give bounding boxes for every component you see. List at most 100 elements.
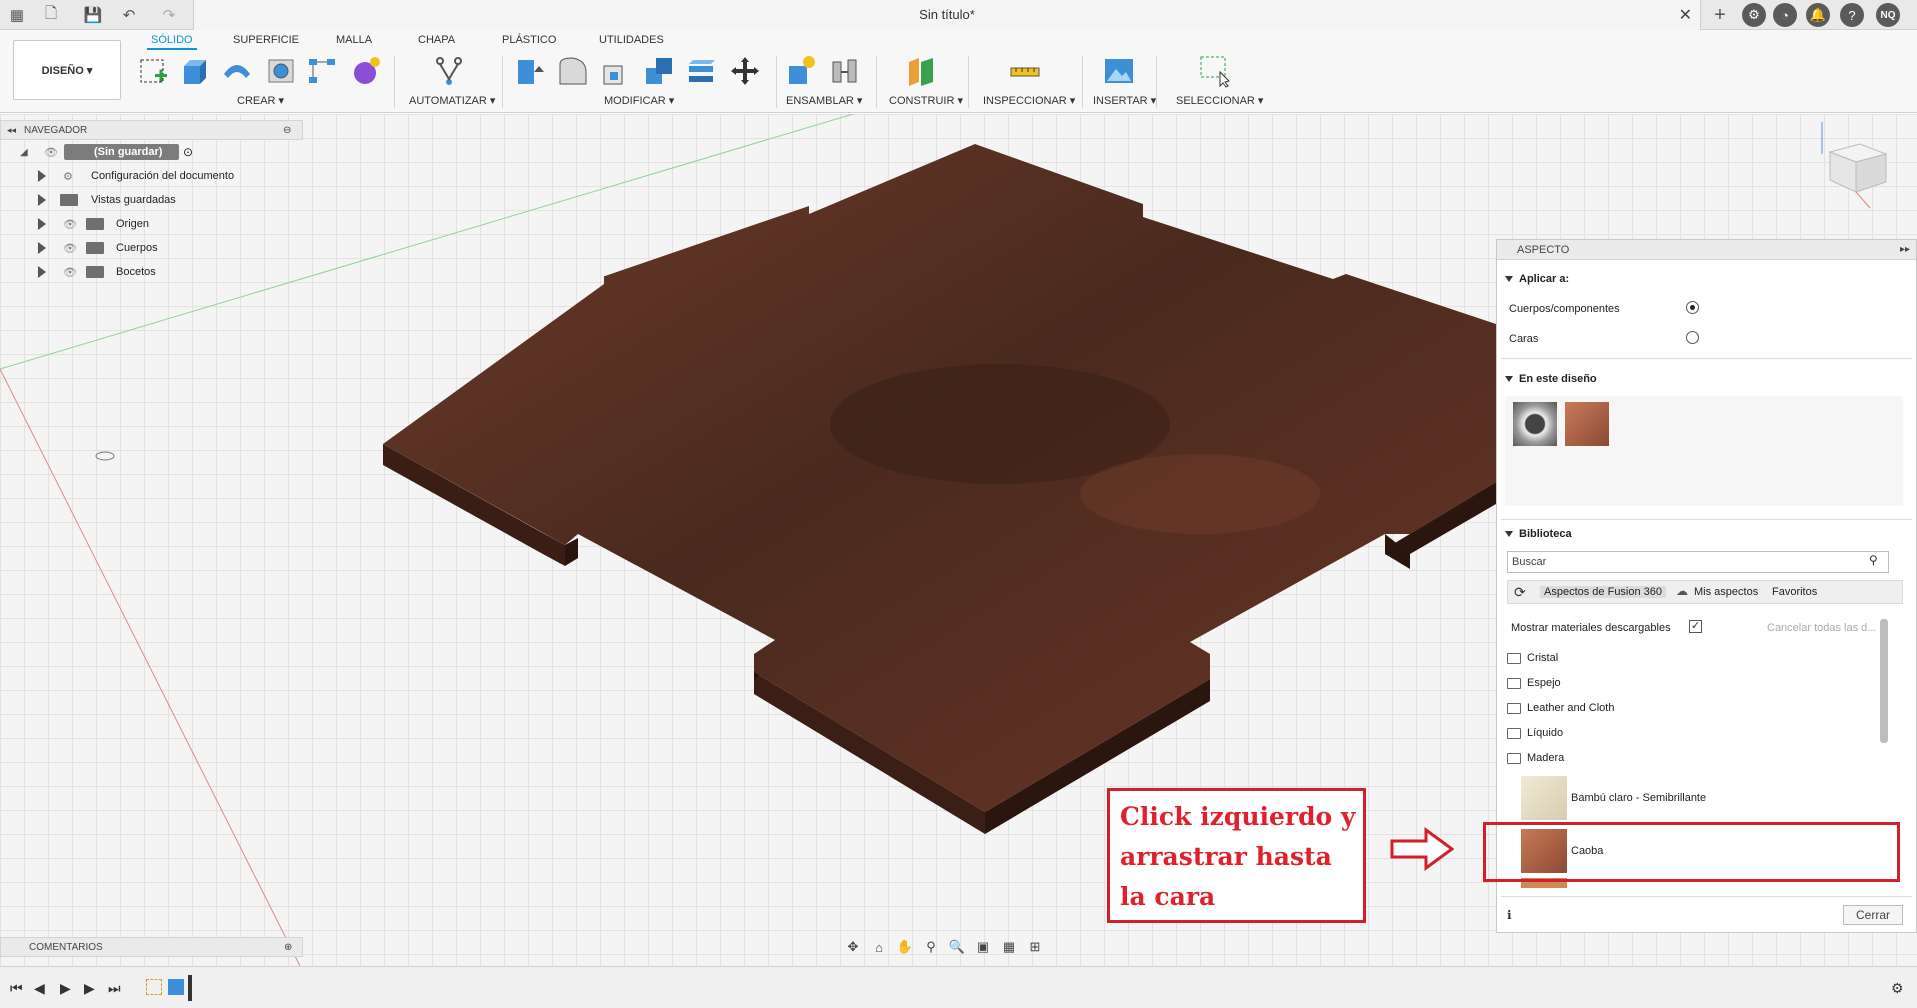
grid-settings-icon[interactable]: ▦	[996, 939, 1022, 955]
group-modify[interactable]: MODIFICAR ▾	[604, 94, 674, 107]
expand-icon[interactable]	[38, 218, 46, 230]
shell-icon[interactable]	[600, 54, 634, 88]
create-sketch-icon[interactable]	[137, 54, 171, 88]
expand-root-icon[interactable]: ◢	[20, 147, 28, 158]
fillet-icon[interactable]	[556, 54, 590, 88]
insert-image-icon[interactable]	[1102, 54, 1136, 88]
play-icon[interactable]: ▶	[60, 980, 71, 997]
nav-item-document-settings[interactable]: ⚙ Configuración del documento	[0, 164, 303, 188]
save-icon[interactable]: 💾	[82, 4, 104, 26]
visibility-hidden-icon[interactable]: 👁	[63, 218, 77, 231]
close-tab-icon[interactable]: ✕	[1679, 5, 1692, 25]
automate-icon[interactable]	[432, 54, 466, 88]
close-button[interactable]: Cerrar	[1843, 905, 1903, 925]
navigator-root[interactable]: ◢ 👁 (Sin guardar) ⊙	[0, 140, 303, 164]
search-icon[interactable]: ⚲	[1869, 553, 1878, 567]
visibility-icon[interactable]: 👁	[63, 266, 77, 279]
in-design-title[interactable]: En este diseño	[1505, 373, 1597, 385]
file-menu-icon[interactable]: 🗋	[40, 4, 62, 26]
undo-icon[interactable]: ↶	[118, 4, 140, 26]
refresh-icon[interactable]: ⟳	[1514, 584, 1526, 601]
tab-surface[interactable]: SUPERFICIE	[233, 34, 299, 46]
select-icon[interactable]	[1198, 54, 1232, 88]
group-construct[interactable]: CONSTRUIR ▾	[889, 94, 963, 107]
apply-to-title[interactable]: Aplicar a:	[1504, 273, 1569, 285]
collapse-panel-icon[interactable]: ▸▸	[1900, 244, 1910, 255]
extensions-icon[interactable]: ⚙	[1742, 3, 1766, 27]
group-assemble[interactable]: ENSAMBLAR ▾	[786, 94, 862, 107]
timeline-settings-icon[interactable]: ⚙	[1891, 980, 1904, 997]
joint-icon[interactable]	[828, 54, 862, 88]
group-inspect[interactable]: INSPECCIONAR ▾	[983, 94, 1075, 107]
folder-leather[interactable]: Leather and Cloth	[1507, 696, 1614, 720]
mahogany-material-swatch[interactable]	[1565, 402, 1609, 446]
folder-liquid[interactable]: Líquido	[1507, 721, 1563, 745]
timeline-marker[interactable]	[188, 975, 192, 1001]
tab-favorites[interactable]: Favoritos	[1772, 586, 1817, 598]
job-status-icon[interactable]: ◔	[1773, 3, 1797, 27]
display-settings-icon[interactable]: ▣	[970, 939, 996, 955]
library-scrollbar[interactable]	[1880, 619, 1888, 743]
nav-item-saved-views[interactable]: Vistas guardadas	[0, 188, 303, 212]
new-tab-icon[interactable]: +	[1709, 4, 1731, 26]
group-select[interactable]: SELECCIONAR ▾	[1176, 94, 1263, 107]
zoom-window-icon[interactable]: ⚲	[918, 939, 944, 955]
create-form-icon[interactable]	[349, 54, 383, 88]
step-forward-icon[interactable]: ▶	[84, 980, 95, 997]
timeline-extrude-feature-icon[interactable]	[168, 979, 184, 995]
nav-item-sketches[interactable]: 👁 Bocetos	[0, 260, 303, 284]
library-search-input[interactable]: Buscar	[1507, 551, 1889, 573]
activate-radio-icon[interactable]: ⊙	[183, 145, 193, 159]
visibility-icon[interactable]: 👁	[63, 242, 77, 255]
tab-fusion-appearances[interactable]: Aspectos de Fusion 360	[1540, 586, 1667, 598]
tab-utilities[interactable]: UTILIDADES	[599, 34, 664, 46]
redo-icon[interactable]: ↷	[158, 4, 180, 26]
folder-mirror[interactable]: Espejo	[1507, 671, 1561, 695]
root-component-label[interactable]: (Sin guardar)	[64, 144, 179, 160]
tab-plastic[interactable]: PLÁSTICO	[502, 34, 556, 46]
pan-icon[interactable]: ✋	[892, 939, 918, 955]
hole-icon[interactable]	[264, 54, 298, 88]
timeline-sketch-feature-icon[interactable]	[146, 979, 162, 995]
comments-panel[interactable]: COMENTARIOS ⊕	[0, 937, 303, 957]
folder-wood[interactable]: Madera	[1507, 746, 1564, 770]
go-to-start-icon[interactable]: ⏮	[10, 980, 23, 997]
group-create[interactable]: CREAR ▾	[237, 94, 284, 107]
chrome-material-swatch[interactable]	[1513, 402, 1557, 446]
go-to-end-icon[interactable]: ⏭	[108, 980, 121, 997]
apps-grid-icon[interactable]: ▦	[6, 4, 28, 26]
help-icon[interactable]: ?	[1840, 3, 1864, 27]
library-title[interactable]: Biblioteca	[1505, 528, 1572, 540]
revolve-icon[interactable]	[220, 54, 254, 88]
tab-sheet-metal[interactable]: CHAPA	[418, 34, 455, 46]
expand-icon[interactable]	[38, 242, 46, 254]
press-pull-icon[interactable]	[512, 54, 546, 88]
document-tab[interactable]: Sin título* ✕	[193, 0, 1701, 30]
look-at-icon[interactable]: ⌂	[866, 940, 892, 955]
viewports-icon[interactable]: ⊞	[1022, 939, 1048, 955]
offset-faces-icon[interactable]	[685, 54, 719, 88]
add-comment-icon[interactable]: ⊕	[284, 942, 292, 953]
expand-icon[interactable]	[38, 194, 46, 206]
rectangular-pattern-icon[interactable]	[305, 54, 339, 88]
orbit-icon[interactable]: ✥	[840, 939, 866, 955]
new-component-icon[interactable]	[785, 54, 819, 88]
extrude-icon[interactable]	[178, 54, 212, 88]
folder-glass[interactable]: Cristal	[1507, 646, 1558, 670]
tab-my-appearances[interactable]: Mis aspectos	[1694, 586, 1758, 598]
user-avatar[interactable]: NQ	[1876, 3, 1900, 27]
workspace-switcher[interactable]: DISEÑO ▾	[13, 40, 121, 100]
info-icon[interactable]: ℹ	[1507, 908, 1512, 922]
group-insert[interactable]: INSERTAR ▾	[1093, 94, 1156, 107]
zoom-icon[interactable]: 🔍	[944, 939, 970, 955]
visibility-icon[interactable]: 👁	[44, 146, 58, 159]
measure-icon[interactable]	[1008, 54, 1042, 88]
combine-icon[interactable]	[642, 54, 676, 88]
step-back-icon[interactable]: ◀	[34, 980, 45, 997]
nav-item-bodies[interactable]: 👁 Cuerpos	[0, 236, 303, 260]
expand-icon[interactable]	[38, 266, 46, 278]
tab-solid[interactable]: SÓLIDO	[147, 34, 197, 50]
move-icon[interactable]	[728, 54, 762, 88]
collapse-panel-icon[interactable]: ◂◂	[7, 125, 16, 136]
radio-bodies[interactable]	[1686, 301, 1699, 314]
